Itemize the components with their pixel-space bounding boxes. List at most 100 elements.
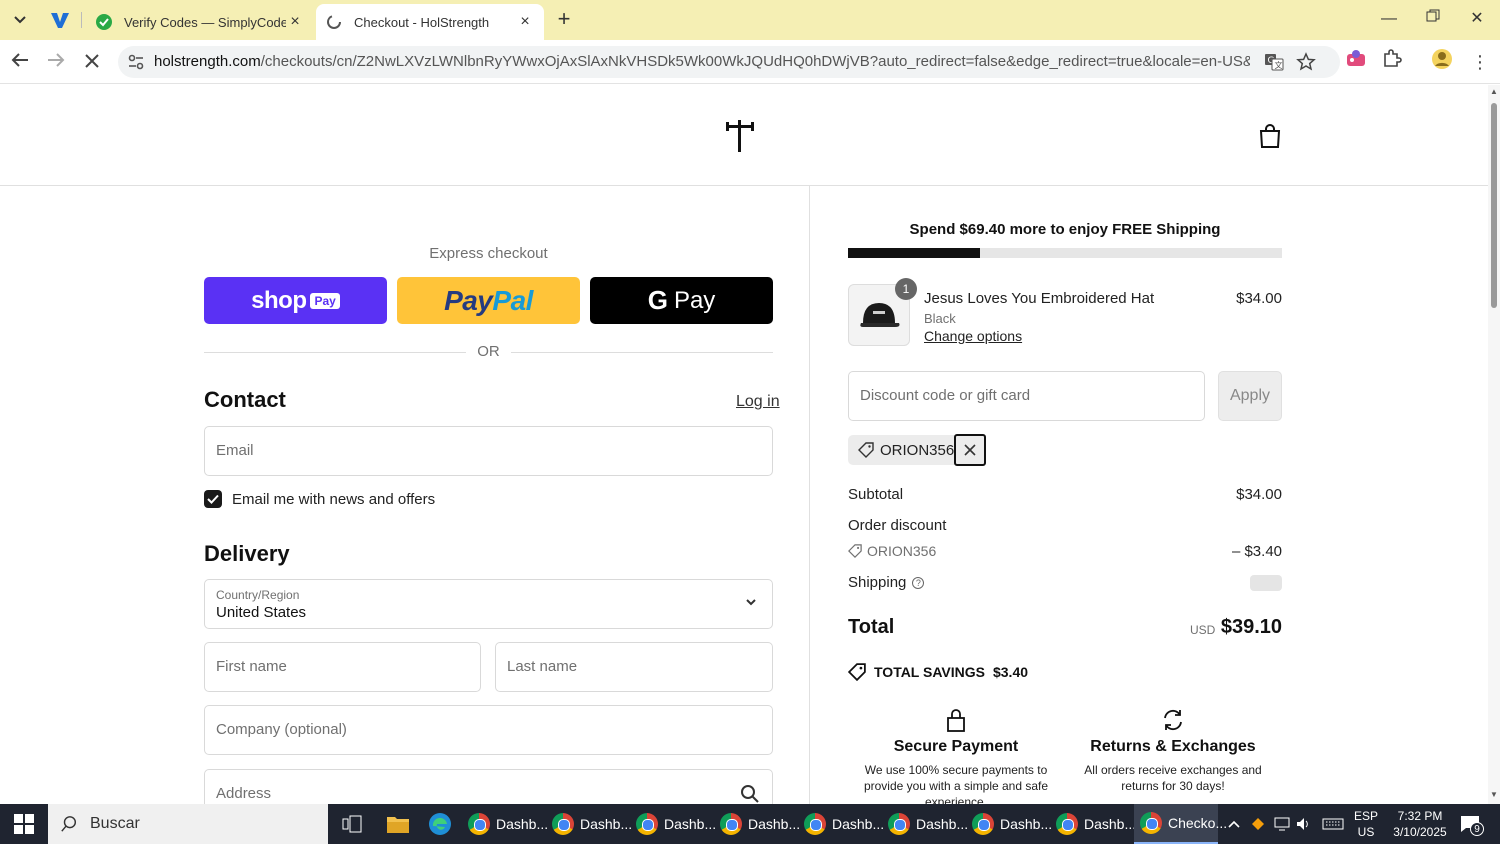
taskbar-chrome-window[interactable]: Dashb... (630, 804, 716, 844)
order-discount-label: Order discount (848, 517, 947, 534)
remove-discount-close-icon[interactable] (954, 434, 987, 466)
shop-pay-button[interactable]: shop Pay (204, 277, 387, 324)
tab-simplycodes[interactable]: Verify Codes — SimplyCodes × (86, 4, 314, 40)
address-bar[interactable]: holstrength.com/checkouts/cn/Z2NwLXVzLWN… (118, 46, 1340, 78)
help-question-icon[interactable]: ? (912, 577, 925, 589)
svg-text:文: 文 (1275, 60, 1283, 70)
bookmark-star-icon[interactable] (1296, 52, 1316, 72)
volume-icon[interactable] (1292, 804, 1316, 844)
discount-code-field[interactable]: Discount code or gift card (848, 371, 1205, 421)
delivery-title: Delivery (204, 541, 290, 566)
profile-avatar-icon[interactable] (1428, 48, 1456, 76)
first-name-placeholder: First name (216, 658, 287, 675)
apply-discount-button[interactable]: Apply (1218, 371, 1282, 421)
taskbar-chrome-window[interactable]: Dashb... (462, 804, 548, 844)
close-window-icon[interactable]: ✕ (1462, 6, 1492, 32)
notification-center-icon[interactable]: 9 (1458, 812, 1484, 836)
express-checkout-label: Express checkout (429, 245, 548, 262)
order-discount-value: – $3.40 (1231, 543, 1282, 560)
back-arrow-icon[interactable] (6, 48, 34, 76)
close-tab-icon[interactable]: × (516, 13, 534, 31)
clock-date: 3/10/2025 (1393, 825, 1447, 839)
item-variant: Black (924, 311, 956, 326)
search-icon (740, 784, 760, 804)
tab-title: Checkout - HolStrength (354, 14, 490, 30)
last-name-placeholder: Last name (507, 658, 578, 675)
company-field[interactable]: Company (optional) (204, 705, 773, 755)
applied-discount-chip: ORION356 (848, 434, 987, 466)
restore-icon[interactable] (1418, 6, 1448, 32)
total-value: $39.10 (1220, 616, 1282, 638)
input-language[interactable]: ESP US (1350, 808, 1382, 840)
column-divider (809, 186, 810, 804)
google-pay-label: Pay (673, 286, 716, 314)
taskbar-chrome-window[interactable]: Dashb... (882, 804, 968, 844)
edge-browser-icon[interactable] (418, 804, 462, 844)
chrome-icon (552, 813, 574, 835)
tab-separator (81, 12, 82, 28)
chrome-icon (636, 813, 658, 835)
shipping-loading-placeholder (1250, 575, 1282, 591)
shopping-bag-icon[interactable] (1258, 123, 1282, 149)
keyboard-icon[interactable] (1318, 804, 1348, 844)
stop-loading-icon[interactable] (78, 48, 106, 76)
change-options-link[interactable]: Change options (924, 328, 1022, 344)
scrollbar-thumb[interactable] (1491, 103, 1497, 308)
tray-app-icon[interactable] (1246, 804, 1270, 844)
forward-arrow-icon[interactable] (42, 48, 70, 76)
scroll-up-arrow-icon[interactable]: ▲ (1488, 87, 1500, 96)
browser-menu-dots-icon[interactable]: ⋮ (1466, 48, 1494, 76)
address-field[interactable]: Address (204, 769, 773, 804)
keyboard-layout: US (1357, 825, 1375, 839)
loading-spinner-icon (326, 14, 342, 30)
url-text[interactable]: holstrength.com/checkouts/cn/Z2NwLXVzLWN… (154, 46, 1250, 78)
pinned-tab-v-icon[interactable] (48, 8, 72, 32)
taskbar-chrome-window-active[interactable]: Checko... (1134, 804, 1227, 844)
taskbar-chrome-window[interactable]: Dashb... (546, 804, 632, 844)
page-scrollbar[interactable]: ▲ ▼ (1488, 85, 1500, 804)
newsletter-label: Email me with news and offers (232, 490, 436, 508)
secure-payment-feature: Secure Payment We use 100% secure paymen… (856, 708, 1056, 804)
chrome-icon (1056, 813, 1078, 835)
taskbar-chrome-window[interactable]: Dashb... (798, 804, 884, 844)
shop-pay-chip: Pay (310, 292, 340, 309)
file-explorer-icon[interactable] (376, 804, 420, 844)
country-select[interactable]: Country/Region United States (204, 579, 773, 629)
notification-count: 9 (1470, 822, 1484, 836)
chrome-icon (1140, 812, 1162, 834)
browser-toolbar: holstrength.com/checkouts/cn/Z2NwLXVzLWN… (0, 40, 1500, 84)
email-field[interactable]: Email (204, 426, 773, 476)
total-currency: USD (1190, 623, 1216, 637)
paypal-button[interactable]: PayPal (397, 277, 580, 324)
windows-start-icon[interactable] (0, 804, 48, 844)
newsletter-row[interactable]: Email me with news and offers (204, 488, 435, 510)
first-name-field[interactable]: First name (204, 642, 481, 692)
language-code: ESP (1353, 809, 1378, 823)
taskbar-chrome-window[interactable]: Dashb... (1050, 804, 1136, 844)
tab-title: Verify Codes — SimplyCodes (124, 14, 286, 30)
last-name-field[interactable]: Last name (495, 642, 773, 692)
clock[interactable]: 7:32 PM 3/10/2025 (1384, 808, 1456, 840)
google-pay-button[interactable]: G Pay (590, 277, 773, 324)
extensions-puzzle-icon[interactable] (1378, 48, 1406, 76)
extension-colorful-icon[interactable] (1342, 48, 1370, 76)
taskbar-search-box[interactable]: Buscar (48, 804, 328, 844)
taskbar-chrome-window[interactable]: Dashb... (714, 804, 800, 844)
new-tab-plus-icon[interactable]: + (552, 8, 576, 32)
newsletter-checkbox[interactable] (204, 490, 222, 508)
tab-search-chevron-icon[interactable] (8, 9, 32, 31)
translate-icon[interactable]: G文 (1264, 52, 1284, 72)
tray-expand-chevron-icon[interactable] (1222, 804, 1246, 844)
scroll-down-arrow-icon[interactable]: ▼ (1488, 790, 1500, 799)
minimize-icon[interactable]: — (1374, 6, 1404, 32)
item-name: Jesus Loves You Embroidered Hat (924, 290, 1155, 307)
close-tab-icon[interactable]: × (286, 13, 304, 31)
tab-checkout[interactable]: Checkout - HolStrength × (316, 4, 544, 40)
holstrength-logo-icon[interactable] (724, 117, 756, 153)
task-view-icon[interactable] (330, 804, 374, 844)
site-settings-icon[interactable] (126, 52, 146, 72)
clock-time: 7:32 PM (1397, 809, 1443, 823)
log-in-link[interactable]: Log in (736, 393, 780, 411)
network-icon[interactable] (1270, 804, 1294, 844)
taskbar-chrome-window[interactable]: Dashb... (966, 804, 1052, 844)
